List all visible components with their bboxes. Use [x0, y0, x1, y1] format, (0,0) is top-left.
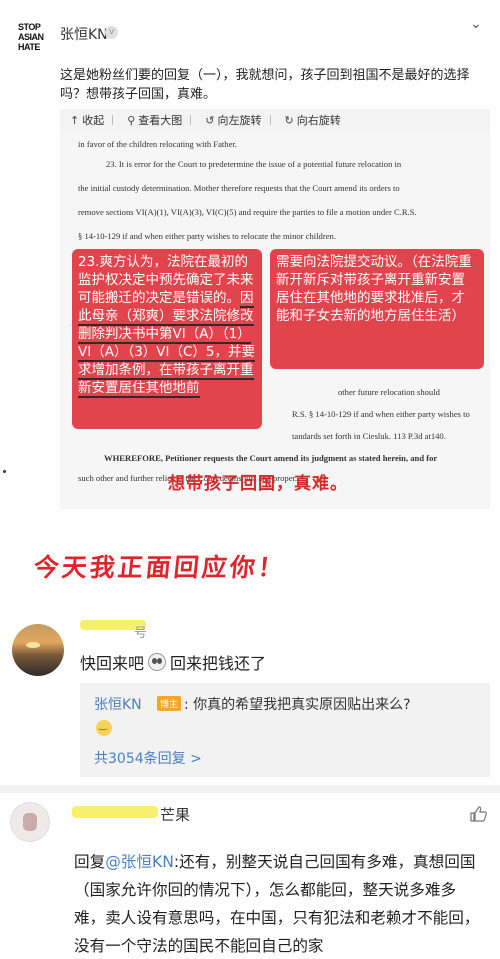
bullet-dot: [3, 470, 6, 473]
like-icon[interactable]: [470, 806, 488, 822]
doc-line: § 14-10-129 if and when either party wis…: [78, 231, 336, 241]
collapse-label: 收起: [82, 114, 105, 127]
chevron-down-icon[interactable]: ⌄: [470, 16, 482, 32]
comment-text-part: 回来把钱还了: [170, 654, 267, 673]
reply-text: : 你真的希望我把真实原因贴出来么?: [184, 697, 411, 713]
reply-prefix: 回复: [74, 853, 106, 871]
post-card: STOP ASIAN HATE 张恒KN v ⌄ 这是她粉丝们要的回复（一），我…: [0, 0, 500, 512]
commenter-name[interactable]: 芒果: [160, 804, 190, 825]
zoom-icon: ⚲: [127, 113, 136, 127]
commenter-avatar[interactable]: [12, 624, 64, 676]
image-toolbar: ↑ 收起 ⚲ 查看大图 ↺ 向左旋转 ↻ 向右旋转: [60, 109, 490, 131]
divider: [269, 115, 271, 125]
rotate-right-button[interactable]: ↻ 向右旋转: [285, 112, 341, 128]
post-image[interactable]: in favor of the children relocating with…: [60, 131, 490, 509]
post-text: 这是她粉丝们要的回复（一），我就想问，孩子回到祖国不是最好的选择吗？想带孩子回国…: [60, 68, 470, 102]
image-caption: 想带孩子回国，真难。: [168, 474, 348, 494]
mention-link[interactable]: @张恒KN: [105, 853, 174, 871]
logo-line-2: ASIAN: [18, 32, 44, 42]
rotate-right-icon: ↻: [284, 113, 294, 127]
collapse-button[interactable]: ↑ 收起: [70, 112, 104, 128]
annotation-left-text: 23.爽方认为，法院在最初的监护权决定中预先确定了未来可能搬迁的决定是错误的。: [78, 254, 254, 306]
smile-emoji-icon: [96, 720, 112, 736]
author-avatar[interactable]: STOP ASIAN HATE: [18, 22, 52, 64]
comment-text: 回复@张恒KN:还有，别整天说自己回国有多难，真想回国（国家允许你回的情况下），…: [74, 848, 484, 959]
rotate-left-label: 向左旋转: [217, 114, 262, 127]
rotate-left-button[interactable]: ↺ 向左旋转: [205, 112, 261, 128]
doc-line: the initial custody determination. Mothe…: [78, 183, 400, 193]
comment-text-part: 快回来吧: [80, 654, 145, 673]
comment-text: 快回来吧 回来把钱还了: [80, 650, 266, 674]
logo-line-3: HATE: [18, 42, 40, 52]
annotation-left-underlined: 因此母亲（郑爽）要求法院修改删除判决书中第VI（A）（1）VI（A）（3）VI（…: [78, 290, 256, 398]
view-large-label: 查看大图: [138, 114, 183, 127]
blogger-badge: 博主: [157, 696, 182, 711]
divider: [0, 785, 500, 793]
divider: [112, 115, 114, 125]
rotate-left-icon: ↺: [205, 113, 215, 127]
banner-text: 今天我正面回应你！: [32, 553, 288, 582]
doc-line: R.S. § 14-10-129 if and when either part…: [292, 409, 470, 419]
doc-line: tandards set forth in Ciesluk. 113 P.3d …: [292, 431, 446, 441]
name-redaction: [72, 806, 158, 818]
divider: [190, 115, 192, 125]
doc-line: in favor of the children relocating with…: [78, 139, 237, 149]
collapse-icon: ↑: [70, 113, 80, 127]
doc-line: 23. It is error for the Court to predete…: [106, 159, 402, 169]
shocked-face-icon: [148, 653, 167, 671]
reply-count-link[interactable]: 共3054条回复 >: [94, 748, 202, 768]
annotation-left: 23.爽方认为，法院在最初的监护权决定中预先确定了未来可能搬迁的决定是错误的。因…: [72, 249, 262, 429]
logo-line-1: STOP: [18, 22, 41, 32]
commenter-name[interactable]: 号: [134, 622, 147, 641]
vip-icon: v: [105, 26, 118, 39]
author-name[interactable]: 张恒KN: [60, 24, 108, 44]
rotate-right-label: 向右旋转: [296, 114, 341, 127]
view-large-button[interactable]: ⚲ 查看大图: [127, 112, 182, 128]
doc-line: other future relocation should: [338, 387, 440, 397]
commenter-avatar[interactable]: [10, 802, 50, 842]
annotation-right: 需要向法院提交动议。（在法院重新开新斥对带孩子离开重新安置居住在其他地的要求批准…: [270, 249, 484, 369]
doc-line: WHEREFORE, Petitioner requests the Court…: [104, 453, 438, 463]
reply-author[interactable]: 张恒KN: [94, 694, 142, 714]
doc-line: remove sections VI(A)(1), VI(A)(3), VI(C…: [78, 207, 417, 217]
